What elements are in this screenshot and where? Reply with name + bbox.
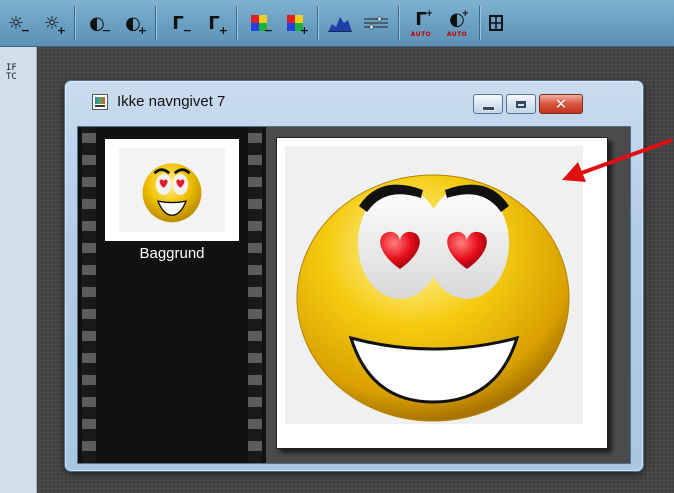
film-perforation bbox=[248, 127, 262, 463]
window-client-area: Baggrund bbox=[77, 126, 631, 464]
saturation-increase-button[interactable]: + bbox=[279, 7, 311, 39]
histogram-button[interactable] bbox=[324, 7, 356, 39]
red-arrow-annotation bbox=[562, 138, 673, 182]
auto-contrast-button[interactable]: ◐ + AUTO bbox=[441, 7, 473, 39]
gamma-decrease-button[interactable]: Γ − bbox=[162, 7, 194, 39]
toolbar-separator bbox=[398, 6, 399, 40]
close-icon: ✕ bbox=[554, 94, 568, 113]
maximize-button[interactable] bbox=[506, 94, 536, 114]
histogram-icon bbox=[328, 17, 352, 32]
auto-badge: AUTO bbox=[446, 31, 468, 38]
window-title: Ikke navngivet 7 bbox=[117, 93, 226, 110]
contrast-increase-button[interactable]: ◐ + bbox=[117, 7, 149, 39]
minimize-icon bbox=[481, 105, 495, 111]
toolbar-separator bbox=[74, 6, 75, 40]
left-pane: IF TC bbox=[0, 47, 37, 493]
auto-gamma-button[interactable]: Γ + AUTO bbox=[405, 7, 437, 39]
left-pane-text: TC bbox=[6, 72, 17, 82]
minimize-button[interactable] bbox=[473, 94, 503, 114]
toolbar-separator bbox=[479, 6, 480, 40]
toolbar-separator bbox=[236, 6, 237, 40]
auto-badge: AUTO bbox=[410, 31, 432, 38]
image-canvas[interactable] bbox=[276, 137, 608, 449]
toolbar-separator bbox=[155, 6, 156, 40]
levels-icon bbox=[364, 16, 388, 30]
contrast-decrease-button[interactable]: ◐ − bbox=[81, 7, 113, 39]
brightness-increase-button[interactable]: ☼ + bbox=[36, 7, 68, 39]
layer-filmstrip: Baggrund bbox=[78, 127, 266, 463]
toolbar: ☼ − ☼ + ◐ − ◐ + Γ − Γ + − + Γ + AUTO ◐ + AUTO bbox=[0, 0, 674, 47]
grid-button[interactable] bbox=[486, 7, 506, 39]
window-titlebar[interactable]: Ikke navngivet 7 ✕ bbox=[65, 81, 643, 121]
levels-button[interactable] bbox=[360, 7, 392, 39]
layer-name[interactable]: Baggrund bbox=[105, 245, 239, 262]
image-background bbox=[285, 146, 583, 424]
image-document-icon bbox=[92, 94, 108, 110]
saturation-decrease-button[interactable]: − bbox=[243, 7, 275, 39]
gamma-increase-button[interactable]: Γ + bbox=[198, 7, 230, 39]
toolbar-separator bbox=[317, 6, 318, 40]
film-perforation bbox=[82, 127, 96, 463]
smiley-heart-eyes-image bbox=[296, 174, 570, 422]
layer-thumbnail[interactable] bbox=[105, 139, 239, 241]
close-button[interactable]: ✕ bbox=[539, 94, 583, 114]
document-window[interactable]: Ikke navngivet 7 ✕ Baggrund bbox=[64, 80, 644, 472]
smiley-thumbnail-icon bbox=[142, 163, 202, 223]
brightness-decrease-button[interactable]: ☼ − bbox=[0, 7, 32, 39]
maximize-icon bbox=[516, 100, 526, 108]
grid-icon bbox=[489, 15, 503, 31]
